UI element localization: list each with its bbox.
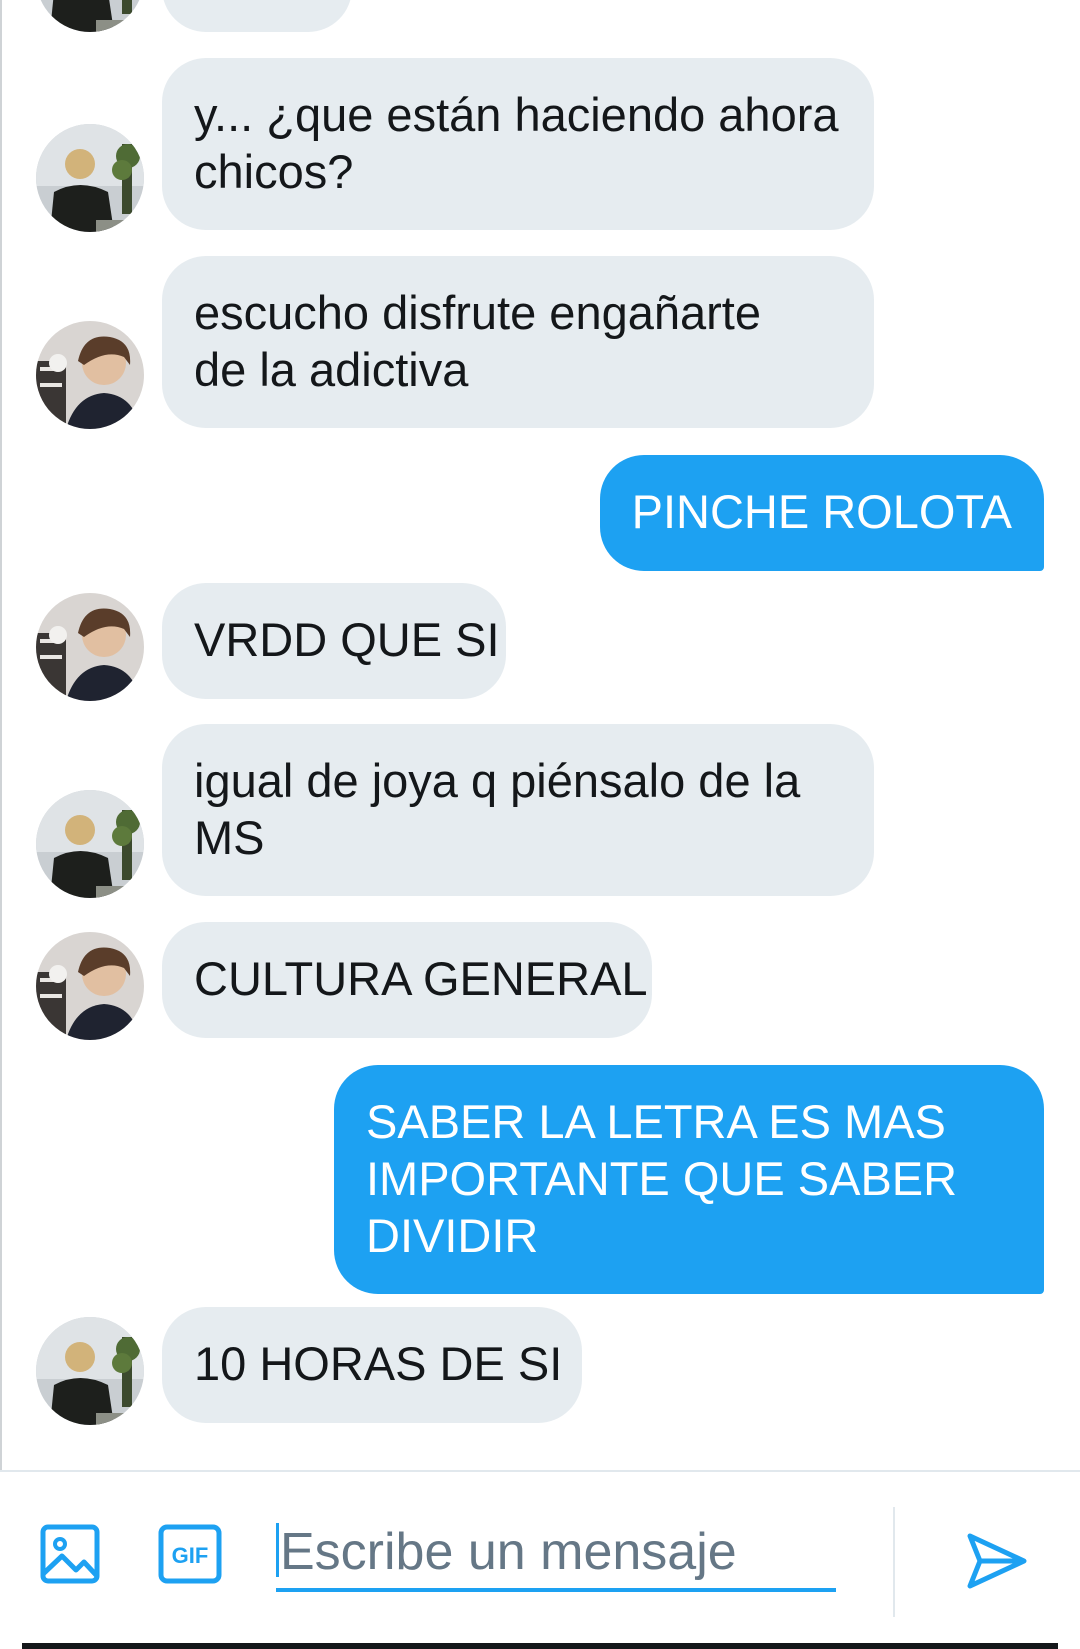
gif-label: GIF — [172, 1543, 209, 1568]
message-input-placeholder: Escribe un mensaje — [280, 1523, 737, 1581]
outgoing-message-bubble[interactable]: PINCHE ROLOTA — [599, 455, 1044, 571]
message-text-line: DIVIDIR — [366, 1209, 539, 1262]
system-nav-bar — [22, 1643, 1058, 1649]
sender-avatar[interactable] — [36, 1317, 144, 1425]
message-text-line: 10 HORAS DE SI — [194, 1337, 563, 1390]
message-text-line: SABER LA LETRA ES MAS — [366, 1095, 946, 1148]
message-text-line: IMPORTANTE QUE SABER — [366, 1152, 958, 1205]
message-text-line: MS — [194, 811, 265, 864]
sender-avatar[interactable] — [36, 0, 144, 32]
message-text-line: PINCHE ROLOTA — [631, 485, 1012, 538]
incoming-message-bubble[interactable]: y... ¿que están haciendo ahora chicos? — [162, 58, 874, 230]
sender-avatar[interactable] — [36, 932, 144, 1040]
sender-avatar[interactable] — [36, 124, 144, 232]
composer-divider — [893, 1507, 895, 1617]
sender-avatar[interactable] — [36, 790, 144, 898]
incoming-message-bubble[interactable] — [162, 0, 352, 32]
send-icon[interactable] — [966, 1530, 1028, 1597]
sender-avatar[interactable] — [36, 593, 144, 701]
text-caret — [276, 1523, 279, 1577]
sender-avatar[interactable] — [36, 321, 144, 429]
message-text-line: escucho disfrute engañarte — [194, 286, 761, 339]
message-text-line: VRDD QUE SI — [194, 613, 500, 666]
message-text-line: de la adictiva — [194, 343, 469, 396]
dm-conversation-screen: y... ¿que están haciendo ahora chicos? esc… — [0, 0, 1080, 1649]
image-icon[interactable] — [40, 1524, 100, 1589]
left-edge-divider — [0, 0, 2, 1470]
message-composer: GIF Escribe un mensaje — [0, 1470, 1080, 1649]
incoming-message-bubble[interactable]: igual de joya q piénsalo de la MS — [162, 724, 874, 896]
message-input[interactable]: Escribe un mensaje — [276, 1512, 836, 1592]
message-text-line: y... ¿que están haciendo ahora — [194, 88, 839, 141]
message-text-line: CULTURA GENERAL — [194, 952, 648, 1005]
message-text-line: chicos? — [194, 145, 354, 198]
incoming-message-bubble[interactable]: VRDD QUE SI — [162, 583, 506, 699]
incoming-message-bubble[interactable]: CULTURA GENERAL — [162, 922, 652, 1038]
incoming-message-bubble[interactable]: 10 HORAS DE SI — [162, 1307, 582, 1423]
outgoing-message-bubble[interactable]: SABER LA LETRA ES MAS IMPORTANTE QUE SABE… — [334, 1065, 1044, 1294]
gif-icon[interactable]: GIF — [158, 1524, 222, 1589]
incoming-message-bubble[interactable]: escucho disfrute engañarte de la adictiva — [162, 256, 874, 428]
message-text-line: igual de joya q piénsalo de la — [194, 754, 801, 807]
